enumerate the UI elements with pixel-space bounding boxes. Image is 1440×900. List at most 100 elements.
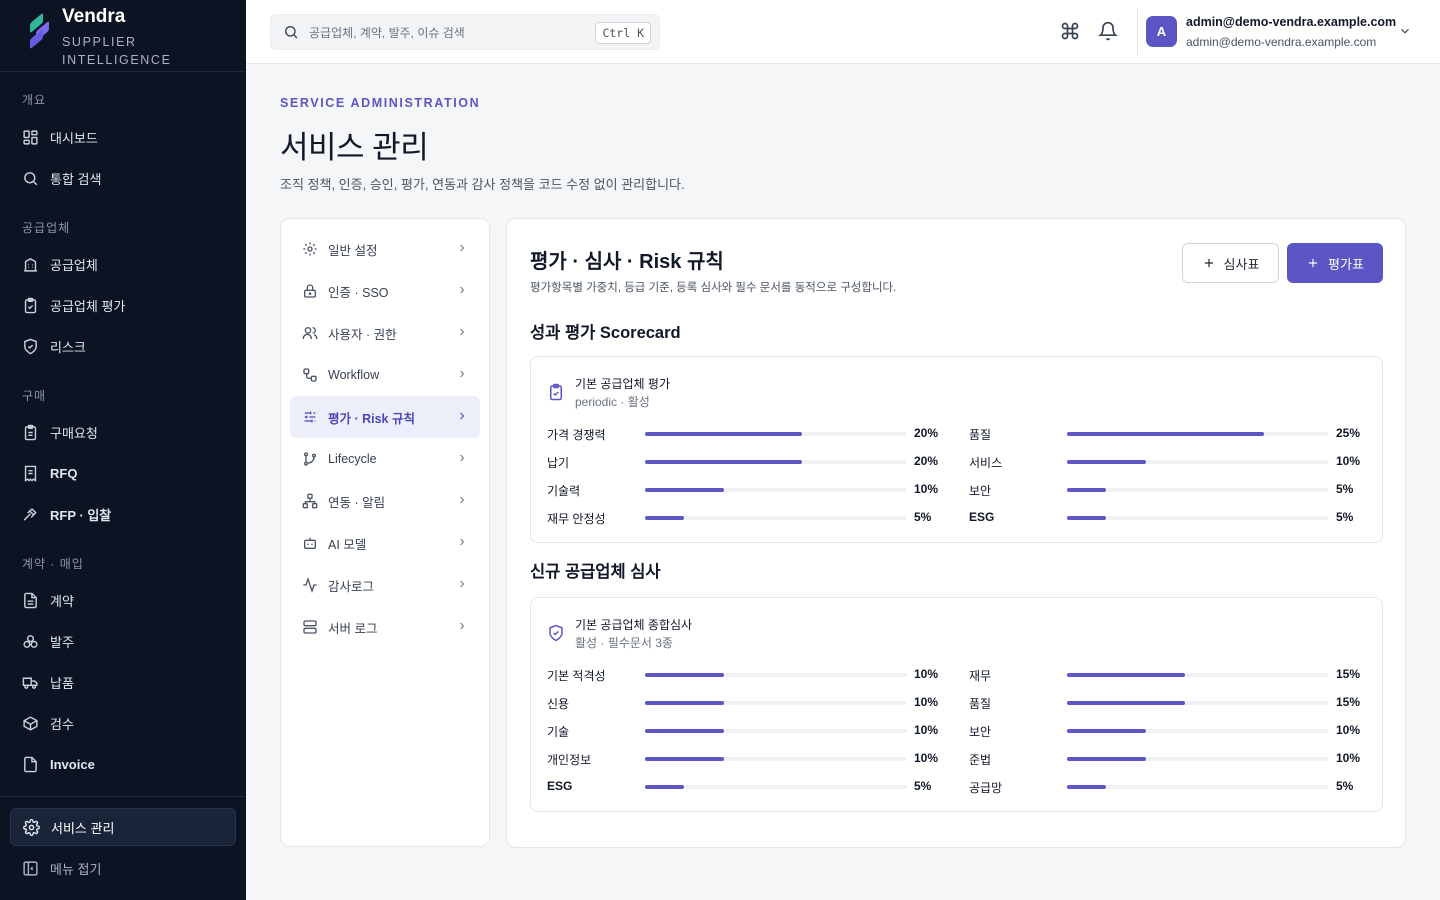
sidebar-item-inspection[interactable]: 검수 [10, 704, 236, 742]
file-text-icon [24, 592, 37, 608]
criterion-label: 준법 [969, 753, 992, 767]
criterion-row: 기본 적격성 10% [547, 664, 957, 684]
criterion-row: 납기 20% [547, 451, 957, 471]
sidebar-item-invoice[interactable]: Invoice [10, 745, 236, 783]
chevron-right-icon [460, 370, 465, 378]
sidebar-item-label: 공급업체 평가 [50, 298, 126, 314]
collapse-menu-button[interactable]: 메뉴 접기 [10, 849, 236, 887]
settings-item-lifecycle[interactable]: Lifecycle [290, 438, 480, 480]
criterion-row: 기술력 10% [547, 479, 957, 499]
sidebar: Vendra SUPPLIER INTELLIGENCE 개요 대시보드 통합 … [0, 0, 246, 900]
nav-section-overview: 개요 [22, 93, 47, 107]
sidebar-item-supplier-evaluation[interactable]: 공급업체 평가 [10, 286, 236, 324]
weight-bar-fill [645, 673, 724, 677]
sidebar-item-label: 공급업체 [50, 257, 98, 273]
bell-icon[interactable] [1098, 21, 1118, 41]
weight-bar-track [645, 432, 907, 436]
avatar[interactable]: A [1146, 16, 1177, 47]
criterion-row: ESG 5% [547, 776, 957, 796]
criterion-label: 서비스 [969, 456, 1003, 470]
brand-name: Vendra [62, 6, 126, 27]
truck-icon [22, 677, 38, 689]
weight-bar-track [645, 701, 907, 705]
chevron-right-icon [460, 286, 465, 294]
settings-item-ai-model[interactable]: AI 모델 [290, 522, 480, 564]
sidebar-item-label: 구매요청 [50, 425, 98, 441]
settings-item-users[interactable]: 사용자 · 권한 [290, 312, 480, 354]
sidebar-item-search[interactable]: 통합 검색 [10, 159, 236, 197]
building-icon [24, 257, 37, 272]
criterion-row: 개인정보 10% [547, 748, 957, 768]
weight-bar-fill [1067, 673, 1186, 677]
command-icon[interactable] [1060, 21, 1080, 41]
search-input[interactable]: 공급업체, 계약, 발주, 이슈 검색 [309, 24, 465, 41]
sidebar-item-suppliers[interactable]: 공급업체 [10, 245, 236, 283]
user-name[interactable]: admin@demo-vendra.example.com [1186, 15, 1396, 29]
sidebar-item-contract[interactable]: 계약 [10, 581, 236, 619]
review-card[interactable]: 기본 공급업체 종합심사 활성 · 필수문서 3종 기본 적격성 10% 신용 10%… [530, 597, 1383, 812]
settings-item-server-log[interactable]: 서버 로그 [290, 606, 480, 648]
sidebar-item-rfq[interactable]: RFQ [10, 454, 236, 492]
sidebar-item-dashboard[interactable]: 대시보드 [10, 118, 236, 156]
weight-bar-fill [645, 432, 803, 436]
settings-item-audit-log[interactable]: 감사로그 [290, 564, 480, 606]
network-icon [302, 493, 318, 509]
sidebar-item-risk[interactable]: 리스크 [10, 327, 236, 365]
chevron-right-icon [460, 412, 465, 420]
page-eyebrow: SERVICE ADMINISTRATION [280, 96, 481, 110]
chevron-right-icon [460, 244, 465, 252]
weight-bar-fill [1067, 488, 1107, 492]
bot-icon [304, 537, 316, 549]
settings-item-general[interactable]: 일반 설정 [290, 228, 480, 270]
criterion-label: 신용 [547, 697, 570, 711]
criterion-row: 재무 15% [969, 664, 1379, 684]
receipt-icon [24, 465, 37, 482]
weight-bar-track [645, 516, 907, 520]
add-scorecard-button[interactable]: 평가표 [1287, 243, 1383, 283]
settings-item-workflow[interactable]: Workflow [290, 354, 480, 396]
criterion-row: 보안 5% [969, 479, 1379, 499]
chevron-down-icon[interactable] [1398, 24, 1412, 38]
weight-bar-track [645, 673, 907, 677]
scorecard-name: 기본 공급업체 평가 [575, 377, 670, 391]
sidebar-item-rfp[interactable]: RFP · 입찰 [10, 495, 236, 533]
add-review-sheet-button[interactable]: 심사표 [1182, 243, 1279, 283]
global-search[interactable]: 공급업체, 계약, 발주, 이슈 검색 Ctrl K [270, 14, 660, 50]
weight-bar-fill [1067, 516, 1107, 520]
chevron-right-icon [460, 496, 465, 504]
weight-bar-fill [645, 729, 724, 733]
settings-item-integration[interactable]: 연동 · 알림 [290, 480, 480, 522]
clipboard-list-icon [24, 424, 37, 440]
criterion-row: 서비스 10% [969, 451, 1379, 471]
criterion-label: 가격 경쟁력 [547, 428, 606, 442]
criterion-label: 개인정보 [547, 753, 592, 767]
weight-bar-fill [1067, 701, 1186, 705]
sidebar-item-delivery[interactable]: 납품 [10, 663, 236, 701]
nav-section-supplier: 공급업체 [22, 221, 71, 235]
page-title: 서비스 관리 [280, 130, 429, 165]
weight-bar-track [1067, 460, 1329, 464]
criterion-row: 품질 25% [969, 423, 1379, 443]
weight-bar-track [1067, 785, 1329, 789]
sidebar-item-label: 납품 [50, 675, 74, 691]
weight-bar-fill [645, 460, 803, 464]
criterion-label: 기본 적격성 [547, 669, 606, 683]
sidebar-item-purchase-order[interactable]: 발주 [10, 622, 236, 660]
criterion-weight: 10% [914, 667, 939, 681]
weight-bar-track [1067, 729, 1329, 733]
sidebar-item-label: 리스크 [50, 339, 86, 355]
scorecard-card[interactable]: 기본 공급업체 평가 periodic · 활성 가격 경쟁력 20% 납기 20% 기… [530, 356, 1383, 543]
sidebar-item-label: Invoice [50, 756, 95, 772]
sidebar-item-service-admin[interactable]: 서비스 관리 [10, 808, 236, 846]
plus-icon [1204, 258, 1213, 268]
weight-bar-track [1067, 673, 1329, 677]
settings-item-auth-sso[interactable]: 인증 · SSO [290, 270, 480, 312]
sidebar-item-purchase-request[interactable]: 구매요청 [10, 413, 236, 451]
sidebar-item-label: 통합 검색 [50, 171, 102, 187]
brand-subtitle: SUPPLIER INTELLIGENCE [62, 35, 172, 67]
settings-item-evaluation-risk[interactable]: 평가 · Risk 규칙 [290, 396, 480, 438]
criterion-label: 기술 [547, 725, 570, 739]
boxes-icon [23, 634, 38, 648]
plus-icon [1308, 258, 1318, 268]
review-section-title: 신규 공급업체 심사 [530, 563, 661, 581]
